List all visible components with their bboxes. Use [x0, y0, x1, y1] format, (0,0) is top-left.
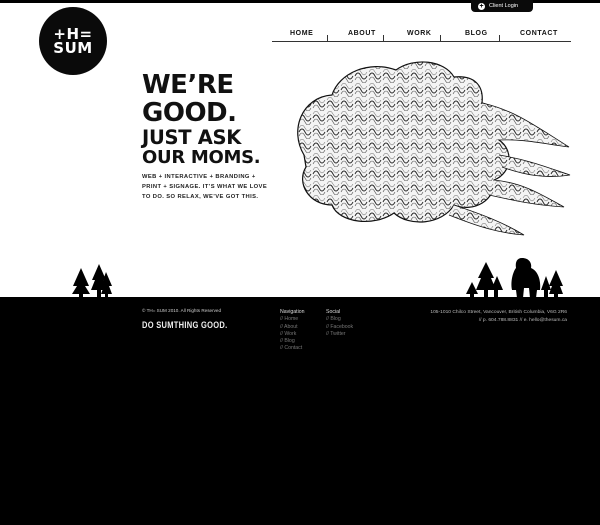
pine-tree-icon: [491, 276, 503, 298]
logo-line: SUM: [53, 39, 93, 57]
bigfoot-silhouette: [511, 258, 541, 298]
footer-social-title: Social: [326, 309, 341, 315]
headline-line-2: GOOD.: [142, 98, 237, 128]
footer-navigation: Navigation // Home // About // Work // B…: [280, 309, 305, 353]
client-login-button[interactable]: + Client Login: [471, 0, 533, 12]
footer-link-about[interactable]: // About: [280, 324, 305, 331]
tagline-line-2: PRINT + SIGNAGE. IT’S WHAT WE LOVE: [142, 184, 268, 190]
headline-line-3: JUST ASK: [142, 126, 242, 149]
footer-link-twitter[interactable]: // Twitter: [326, 331, 353, 338]
footer: © TH= SUM 2010. All Rights Reserved DO S…: [0, 297, 600, 525]
headline-line-1: WE’RE: [142, 70, 234, 100]
nav-home[interactable]: HOME: [290, 30, 313, 37]
pine-tree-icon: [541, 276, 551, 298]
pine-tree-icon: [549, 270, 563, 298]
footer-link-social-blog[interactable]: // Blog: [326, 316, 353, 323]
footer-nav-title: Navigation: [280, 309, 305, 315]
footer-link-home[interactable]: // Home: [280, 316, 305, 323]
address-line: 105-1010 Chilco Street, Vancouver, Briti…: [430, 310, 567, 315]
pine-tree-icon: [476, 262, 496, 298]
footer-link-facebook[interactable]: // Facebook: [326, 324, 353, 331]
nav-work[interactable]: WORK: [407, 30, 432, 37]
hero-tagline: WEB + INTERACTIVE + BRANDING + PRINT + S…: [142, 172, 282, 202]
hero-headline: WE’RE GOOD. JUST ASK OUR MOMS.: [142, 72, 282, 168]
contact-line[interactable]: // p. 604.788.8831 // e. hello@thesum.ca: [430, 317, 567, 325]
footer-link-contact[interactable]: // Contact: [280, 345, 305, 352]
footer-social: Social // Blog // Facebook // Twitter: [326, 309, 353, 338]
cloud-illustration: [297, 61, 571, 236]
nav-about[interactable]: ABOUT: [348, 30, 376, 37]
nav-divider: [499, 35, 500, 41]
plus-circle-icon: +: [478, 2, 485, 10]
nav-divider: [440, 35, 441, 41]
footer-address: 105-1010 Chilco Street, Vancouver, Briti…: [430, 309, 567, 325]
logo-text: +H= SUM: [53, 27, 93, 57]
horizon-silhouette: [72, 258, 563, 298]
pine-tree-icon: [72, 268, 90, 298]
nav-contact[interactable]: CONTACT: [520, 30, 558, 37]
footer-link-blog[interactable]: // Blog: [280, 338, 305, 345]
footer-link-work[interactable]: // Work: [280, 331, 305, 338]
client-login-label: Client Login: [489, 3, 519, 9]
tagline-line-3: TO DO. SO RELAX, WE’VE GOT THIS.: [142, 194, 259, 200]
headline-line-4: OUR MOMS.: [142, 147, 261, 168]
logo[interactable]: +H= SUM: [39, 7, 107, 75]
main-nav: HOME ABOUT WORK BLOG CONTACT: [272, 28, 571, 42]
nav-blog[interactable]: BLOG: [465, 30, 488, 37]
nav-divider: [327, 35, 328, 41]
tagline-line-1: WEB + INTERACTIVE + BRANDING +: [142, 174, 256, 180]
nav-divider: [383, 35, 384, 41]
footer-slogan: DO SUMTHING GOOD.: [142, 319, 228, 331]
copyright-text: © TH= SUM 2010. All Rights Reserved: [142, 308, 222, 313]
